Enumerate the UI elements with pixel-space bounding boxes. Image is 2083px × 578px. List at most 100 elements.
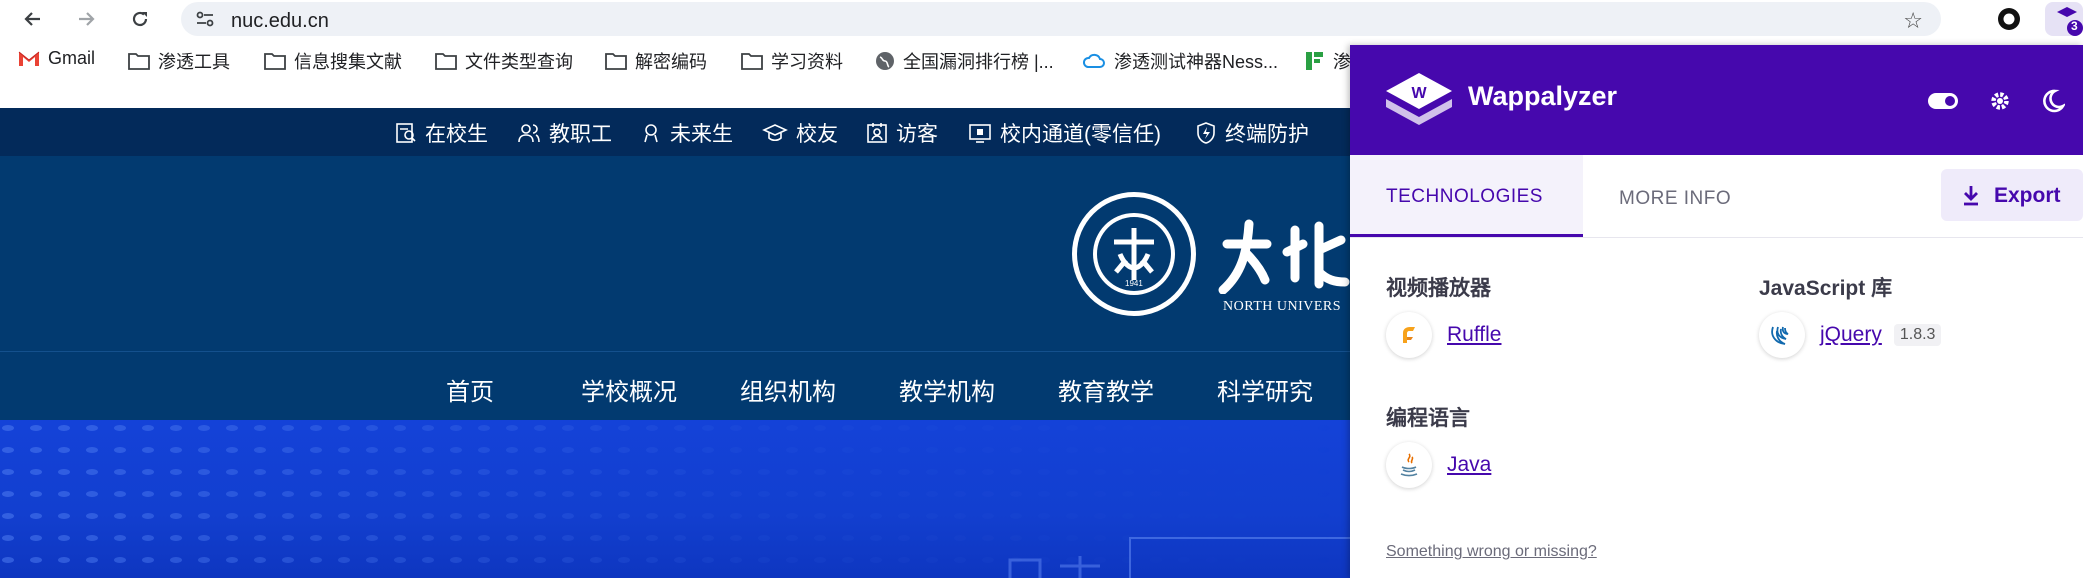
tech-name-link[interactable]: jQuery <box>1820 323 1882 347</box>
folder-icon <box>605 53 627 70</box>
top-link-label: 校友 <box>796 123 838 146</box>
tech-name-link[interactable]: Ruffle <box>1447 323 1501 347</box>
graduation-cap-icon <box>762 124 788 142</box>
tech-jquery[interactable]: jQuery 1.8.3 <box>1759 312 1942 358</box>
toggle-switch[interactable] <box>1928 93 1958 109</box>
bookmark-label: 信息搜集文献 <box>294 52 402 72</box>
bookmark-label: 渗 <box>1333 52 1351 72</box>
link-alumni[interactable]: 校友 <box>762 118 838 148</box>
gear-icon[interactable] <box>1987 88 2013 119</box>
bookmark-star-icon[interactable]: ☆ <box>1903 8 1923 34</box>
bookmark-label: 渗透测试神器Ness... <box>1114 52 1279 72</box>
export-button[interactable]: Export <box>1941 169 2083 221</box>
wappalyzer-tabs: TECHNOLOGIES MORE INFO Export <box>1350 155 2083 238</box>
globe-icon <box>876 52 894 70</box>
seal-year: 1941 <box>1125 279 1143 288</box>
calligraphy-logo <box>1215 216 1350 299</box>
top-link-label: 终端防护 <box>1225 123 1309 146</box>
bookmark-label: 解密编码 <box>635 52 707 72</box>
address-bar[interactable]: nuc.edu.cn ☆ <box>181 2 1941 36</box>
nav-education[interactable]: 教育教学 <box>1058 372 1154 407</box>
bookmark-folder[interactable]: 渗透工具 <box>128 48 230 74</box>
top-link-label: 教职工 <box>549 123 612 146</box>
tech-name-link[interactable]: Java <box>1447 453 1491 477</box>
monitor-icon <box>969 124 991 143</box>
shield-bolt-icon <box>1197 122 1215 144</box>
tech-ruffle[interactable]: Ruffle <box>1386 312 1501 358</box>
top-link-label: 校内通道(零信任) <box>1000 123 1161 146</box>
nav-organization[interactable]: 组织机构 <box>740 372 836 407</box>
folder-icon <box>741 53 763 70</box>
category-programming-language: 编程语言 <box>1386 407 1470 430</box>
tab-label: TECHNOLOGIES <box>1386 186 1543 207</box>
export-label: Export <box>1994 184 2061 207</box>
something-wrong-link[interactable]: Something wrong or missing? <box>1386 543 1597 561</box>
wappalyzer-extension-icon[interactable]: 3 <box>2045 2 2083 36</box>
site-header: 1941 NORTH UNIVERS <box>0 156 1350 352</box>
bookmark-link[interactable]: 全国漏洞排行榜 |... <box>875 48 1054 74</box>
cloud-icon <box>1082 53 1105 68</box>
forward-button[interactable] <box>73 6 99 32</box>
site-main-nav: 首页 学校概况 组织机构 教学机构 教育教学 科学研究 <box>0 352 1350 420</box>
bookmark-link[interactable]: 渗透测试神器Ness... <box>1082 48 1278 74</box>
tech-version: 1.8.3 <box>1893 324 1942 346</box>
user-badge-icon <box>644 124 658 143</box>
extension-badge: 3 <box>2071 19 2078 33</box>
folder-icon <box>264 53 286 70</box>
green-bars-icon <box>1306 52 1323 70</box>
folder-icon <box>128 53 150 70</box>
link-visitors[interactable]: 访客 <box>866 118 938 148</box>
link-future-students[interactable]: 未来生 <box>640 118 733 148</box>
url-text[interactable]: nuc.edu.cn <box>231 10 329 33</box>
bookmark-folder[interactable]: 解密编码 <box>605 48 707 74</box>
nav-home[interactable]: 首页 <box>446 372 494 407</box>
wappalyzer-header: W Wappalyzer <box>1350 45 2083 155</box>
site-info-icon[interactable] <box>195 10 215 33</box>
bookmark-gmail[interactable]: Gmail <box>18 48 95 69</box>
tab-technologies[interactable]: TECHNOLOGIES <box>1350 155 1583 237</box>
bookmark-label: 渗透工具 <box>158 52 230 72</box>
bookmark-folder[interactable]: 文件类型查询 <box>435 48 573 74</box>
moon-icon[interactable] <box>2041 88 2067 119</box>
tab-label: MORE INFO <box>1619 188 1732 209</box>
bookmark-folder[interactable]: 学习资料 <box>741 48 843 74</box>
hero-banner[interactable] <box>0 420 1350 578</box>
nav-teaching-units[interactable]: 教学机构 <box>899 372 995 407</box>
link-staff[interactable]: 教职工 <box>517 118 612 148</box>
dot-pattern <box>0 420 1350 578</box>
tech-java[interactable]: Java <box>1386 442 1491 488</box>
link-endpoint-protection[interactable]: 终端防护 <box>1195 118 1309 148</box>
bookmark-label: 学习资料 <box>771 52 843 72</box>
student-card-icon <box>396 123 416 143</box>
gmail-icon <box>18 51 40 66</box>
nav-research[interactable]: 科学研究 <box>1217 372 1313 407</box>
nav-about[interactable]: 学校概况 <box>581 372 677 407</box>
bookmark-link[interactable]: 渗 <box>1305 48 1351 74</box>
java-icon <box>1386 442 1432 488</box>
visitor-icon <box>867 123 887 143</box>
logo-english-text: NORTH UNIVERS <box>1223 299 1342 314</box>
arrow-right-icon <box>79 12 95 26</box>
university-seal[interactable]: 1941 <box>1070 190 1198 323</box>
top-link-label: 未来生 <box>670 123 733 146</box>
extension-circle-icon[interactable] <box>1996 6 2022 32</box>
arrow-left-icon <box>24 12 40 26</box>
folder-icon <box>435 53 457 70</box>
bookmark-label: Gmail <box>48 48 96 68</box>
people-icon <box>518 124 540 143</box>
reload-button[interactable] <box>127 6 153 32</box>
category-javascript-lib: JavaScript 库 <box>1759 277 1893 300</box>
link-campus-channel[interactable]: 校内通道(零信任) <box>968 118 1161 148</box>
ruffle-icon <box>1386 312 1432 358</box>
bookmark-folder[interactable]: 信息搜集文献 <box>264 48 402 74</box>
top-link-label: 访客 <box>896 123 938 146</box>
bookmarks-bar: Gmail 渗透工具 信息搜集文献 文件类型查询 解密编码 学习资料 全国漏洞排… <box>0 37 1351 80</box>
jquery-icon <box>1759 312 1805 358</box>
bookmark-label: 文件类型查询 <box>465 52 573 72</box>
link-students[interactable]: 在校生 <box>395 118 488 148</box>
site-utility-bar: 在校生 教职工 未来生 校友 访客 校内通道(零信任) 终端防护 <box>0 108 1350 156</box>
wappalyzer-logo-icon: W <box>1384 69 1454 136</box>
bookmark-label: 全国漏洞排行榜 |... <box>903 52 1054 72</box>
logo-letter: W <box>1411 85 1427 102</box>
back-button[interactable] <box>20 6 46 32</box>
